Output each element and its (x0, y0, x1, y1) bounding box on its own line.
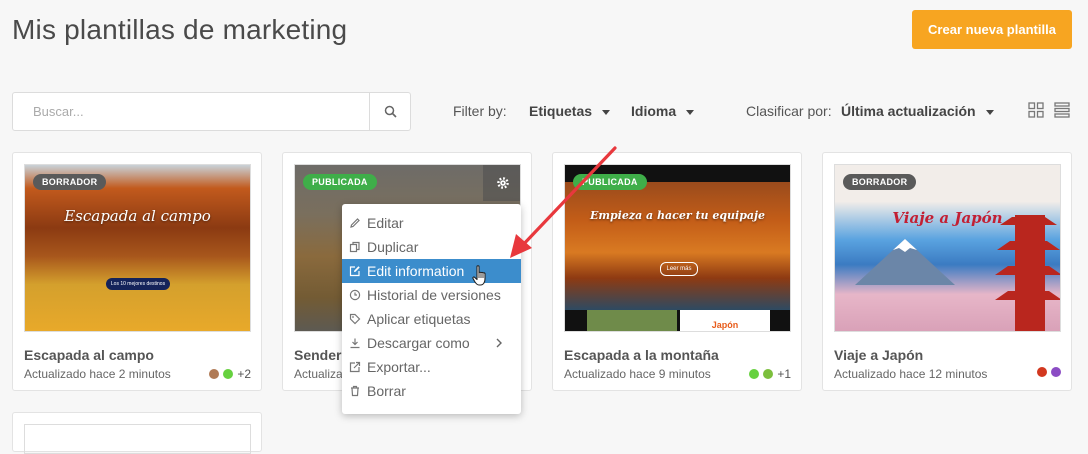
card-title: Viaje a Japón (834, 347, 924, 363)
template-thumbnail[interactable] (24, 424, 251, 454)
page-title: Mis plantillas de marketing (12, 14, 348, 45)
tag-dot (1051, 367, 1061, 377)
menu-item-export[interactable]: Exportar... (342, 355, 521, 379)
clock-icon (349, 289, 361, 301)
menu-item-label: Aplicar etiquetas (367, 311, 471, 327)
chevron-right-icon (496, 338, 502, 348)
card-tags: +2 (209, 367, 251, 381)
card-tags (1037, 367, 1061, 377)
search-input[interactable] (13, 93, 369, 130)
chevron-down-icon (686, 109, 695, 115)
thumb-caption: Japón (711, 320, 739, 330)
card-title: Escapada al campo (24, 347, 154, 363)
tag-icon (349, 313, 361, 325)
card-title: Escapada a la montaña (564, 347, 719, 363)
tags-filter-label: Etiquetas (529, 103, 593, 119)
language-filter-dropdown[interactable]: Idioma (631, 103, 695, 119)
copy-icon (349, 241, 360, 253)
edit-box-icon (349, 266, 360, 277)
menu-item-label: Edit information (367, 263, 465, 279)
menu-item-download-as[interactable]: Descargar como (342, 331, 521, 355)
context-menu: Editar Duplicar Edit information Histori… (342, 204, 521, 414)
status-badge: BORRADOR (843, 174, 917, 190)
search-icon (384, 105, 397, 118)
pencil-icon (350, 218, 360, 228)
menu-item-apply-tags[interactable]: Aplicar etiquetas (342, 307, 521, 331)
filter-label: Filter by: (453, 103, 507, 119)
tag-dot (749, 369, 760, 379)
menu-item-label: Descargar como (367, 335, 470, 351)
more-tags: +2 (237, 367, 251, 381)
thumb-title: Escapada al campo (64, 207, 211, 225)
sort-label: Clasificar por: (746, 103, 832, 119)
card-updated: Actualizado hace 12 minutos (834, 367, 988, 381)
tag-dot (209, 369, 220, 379)
tag-dot (1037, 367, 1047, 377)
tag-dot (223, 369, 234, 379)
list-view-icon[interactable] (1054, 102, 1070, 118)
card-updated: Actualiza (294, 367, 343, 381)
menu-item-edit-information[interactable]: Edit information (342, 259, 521, 286)
card-updated: Actualizado hace 2 minutos (24, 367, 171, 381)
annotation-arrow-icon (510, 146, 617, 258)
menu-item-label: Editar (367, 215, 404, 231)
template-card[interactable] (12, 412, 262, 454)
menu-item-edit[interactable]: Editar (342, 211, 521, 235)
sort-dropdown[interactable]: Última actualización (841, 103, 994, 119)
thumb-button: Leer más (660, 262, 698, 276)
card-updated: Actualizado hace 9 minutos (564, 367, 711, 381)
tags-filter-dropdown[interactable]: Etiquetas (529, 103, 611, 119)
menu-item-label: Borrar (367, 383, 406, 399)
template-thumbnail[interactable]: Viaje a Japón BORRADOR (834, 164, 1061, 332)
create-template-button[interactable]: Crear nueva plantilla (912, 10, 1072, 49)
more-tags: +1 (777, 367, 791, 381)
download-icon (350, 338, 360, 349)
search-button[interactable] (369, 93, 410, 130)
menu-item-duplicate[interactable]: Duplicar (342, 235, 521, 259)
tag-dot (763, 369, 774, 379)
template-card[interactable]: Viaje a Japón BORRADOR Viaje a Japón Act… (822, 152, 1072, 391)
thumb-button: Los 10 mejores destinos (106, 278, 170, 290)
export-icon (349, 361, 361, 373)
language-filter-label: Idioma (631, 103, 677, 119)
pagoda-illustration-icon (995, 215, 1060, 331)
sort-value: Última actualización (841, 103, 976, 119)
status-badge: BORRADOR (33, 174, 107, 190)
menu-item-version-history[interactable]: Historial de versiones (342, 283, 521, 307)
menu-item-label: Exportar... (367, 359, 431, 375)
chevron-down-icon (985, 109, 994, 115)
template-thumbnail[interactable]: Escapada al campo Los 10 mejores destino… (24, 164, 251, 332)
view-toggle (1028, 102, 1070, 118)
card-tags: +1 (749, 367, 791, 381)
menu-item-delete[interactable]: Borrar (342, 379, 521, 403)
template-card[interactable]: Escapada al campo Los 10 mejores destino… (12, 152, 262, 391)
status-badge: PUBLICADA (303, 174, 377, 190)
menu-item-label: Duplicar (367, 239, 419, 255)
chevron-down-icon (602, 109, 611, 115)
grid-view-icon[interactable] (1028, 102, 1044, 118)
trash-icon (351, 385, 359, 397)
menu-item-label: Historial de versiones (367, 287, 501, 303)
search-box (12, 92, 411, 131)
